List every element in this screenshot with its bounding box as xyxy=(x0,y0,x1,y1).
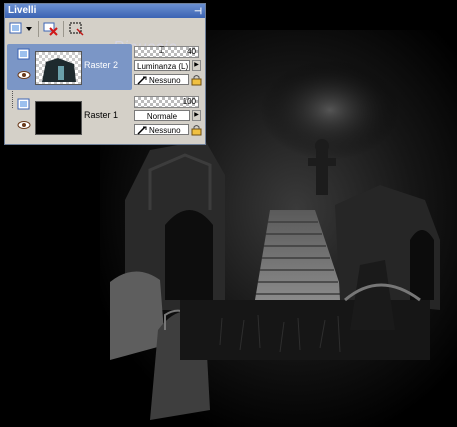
layer-row-raster-2[interactable]: Raster 2 ⌶ 40 Luminanza (L) ▶ Nessuno xyxy=(7,44,203,90)
layer-properties: ⌶ 40 Luminanza (L) ▶ Nessuno xyxy=(134,44,203,90)
layer-name: Raster 2 xyxy=(84,60,119,70)
raster-layer-icon xyxy=(17,48,30,60)
layer-name: Raster 1 xyxy=(84,110,119,120)
palette-toolbar: Pinuccia xyxy=(5,18,205,56)
toolbar-separator xyxy=(38,21,39,37)
layers-palette: Livelli ⊣ Pinuccia xyxy=(4,3,206,145)
eye-icon[interactable] xyxy=(17,120,31,130)
toolbar-separator xyxy=(63,21,64,37)
layer-thumbnail xyxy=(35,101,82,135)
layer-item-raster-2[interactable]: Raster 2 xyxy=(7,44,132,90)
layer-item-raster-1[interactable]: Raster 1 xyxy=(7,94,132,140)
dropdown-arrow-icon[interactable] xyxy=(25,21,33,36)
new-layer-icon[interactable] xyxy=(9,21,25,36)
opacity-slider[interactable]: ⌶ 40 xyxy=(134,45,199,58)
layer-properties: 100 Normale ▶ Nessuno xyxy=(134,94,203,140)
mask-field[interactable]: Nessuno xyxy=(134,74,189,85)
link-icon xyxy=(137,76,147,85)
blend-dropdown-arrow-icon[interactable]: ▶ xyxy=(192,110,201,121)
mask-icon[interactable] xyxy=(69,21,85,36)
blend-dropdown-arrow-icon[interactable]: ▶ xyxy=(192,60,201,71)
blend-mode-select[interactable]: Normale xyxy=(134,110,190,121)
palette-title: Livelli xyxy=(8,5,37,16)
mask-label: Nessuno xyxy=(149,76,181,85)
layer-thumbnail xyxy=(35,51,82,85)
opacity-slider[interactable]: 100 xyxy=(134,96,199,108)
blend-mode-select[interactable]: Luminanza (L) xyxy=(134,60,190,71)
mask-field[interactable]: Nessuno xyxy=(134,124,189,135)
palette-titlebar[interactable]: Livelli ⊣ xyxy=(5,4,205,18)
layer-list: Raster 2 ⌶ 40 Luminanza (L) ▶ Nessuno Ra… xyxy=(7,44,203,142)
delete-layer-icon[interactable] xyxy=(43,21,59,36)
lock-icon[interactable] xyxy=(191,74,202,86)
mask-label: Nessuno xyxy=(149,126,181,135)
opacity-value: 40 xyxy=(187,47,196,56)
opacity-value: 100 xyxy=(182,97,196,106)
link-icon xyxy=(137,126,147,135)
raster-layer-icon xyxy=(17,98,30,110)
lock-icon[interactable] xyxy=(191,124,202,136)
opacity-marker-icon: ⌶ xyxy=(159,45,165,55)
pin-icon[interactable]: ⊣ xyxy=(194,4,202,18)
layer-row-raster-1[interactable]: Raster 1 100 Normale ▶ Nessuno xyxy=(7,94,203,140)
eye-icon[interactable] xyxy=(17,70,31,80)
